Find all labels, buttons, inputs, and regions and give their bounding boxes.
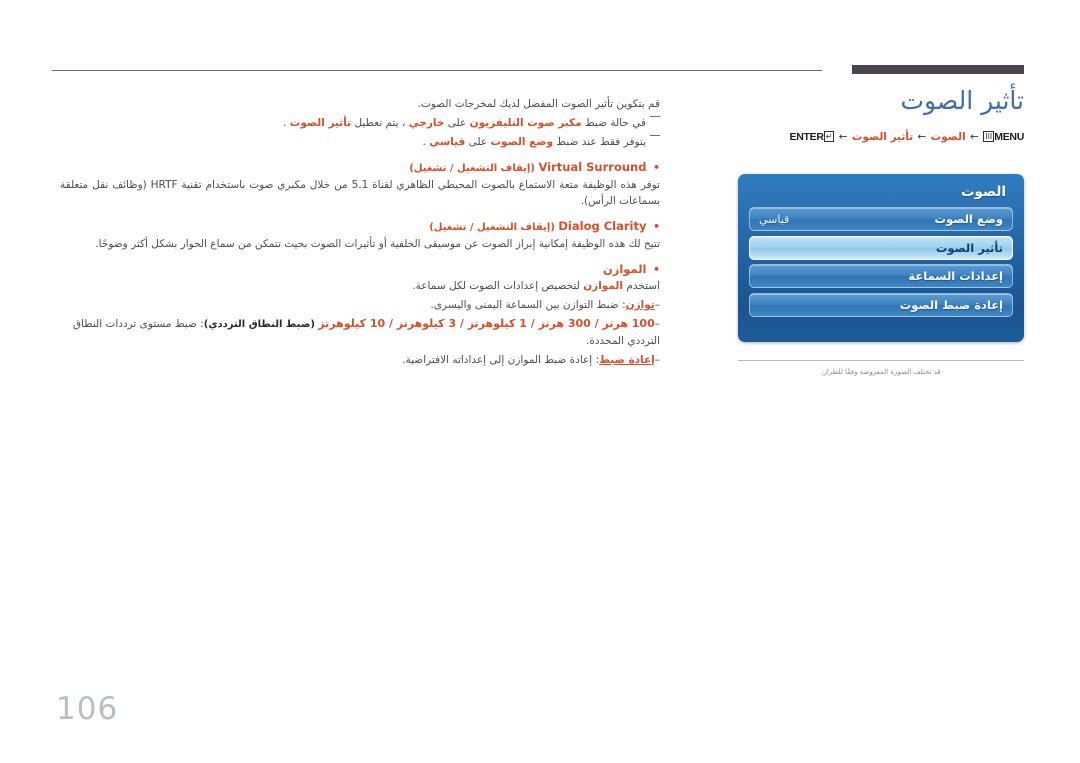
- bullet-virtual-surround: • Virtual Surround (إيقاف التشغيل / تشغي…: [60, 159, 660, 177]
- bullet-description: توفر هذه الوظيفة متعة الاستماع بالصوت ال…: [60, 179, 660, 207]
- osd-row-value: قياسي: [759, 212, 790, 226]
- breadcrumb-arrow-3: ←: [838, 131, 848, 143]
- header-divider-thin: [52, 70, 822, 71]
- note-2-mid-1: على: [468, 136, 488, 148]
- bullet-options: (إيقاف التشغيل / تشغيل): [409, 163, 535, 174]
- osd-row-sound-mode[interactable]: وضع الصوت قياسي: [749, 207, 1013, 231]
- breadcrumb-enter-key: ENTER: [789, 131, 824, 143]
- subline-label: إعادة ضبط: [599, 354, 655, 366]
- breadcrumb-crumb-1: الصوت: [930, 131, 966, 143]
- note-dash-icon: [650, 116, 660, 118]
- note-2-bold-2: قياسي: [429, 136, 466, 148]
- subline-paren-note: (ضبط النطاق الترددي): [203, 319, 315, 330]
- note-2-bold-1: وضع الصوت: [490, 136, 554, 148]
- breadcrumb: MENUIII ← الصوت ← تأثير الصوت ← ↵ENTER: [728, 130, 1024, 145]
- breadcrumb-arrow-2: ←: [917, 131, 927, 143]
- bullet-term: الموازن: [602, 262, 647, 276]
- note-1-bold-3: تأثير الصوت: [289, 117, 352, 129]
- header-divider-thick: [852, 65, 1024, 74]
- breadcrumb-menu-key: MENU: [994, 131, 1024, 143]
- enter-arrow-icon: ↵: [823, 131, 835, 142]
- page-title: تأثير الصوت: [900, 86, 1024, 115]
- bullet-dot-icon: •: [652, 220, 660, 233]
- note-1-suffix: .: [283, 117, 287, 129]
- bullet-equalizer-description: استخدم الموازن لتخصيص إعدادات الصوت لكل …: [60, 278, 660, 294]
- bullet-options: (إيقاف التشغيل / تشغيل): [429, 222, 555, 233]
- equalizer-desc-suffix: لتخصيص إعدادات الصوت لكل سماعة.: [412, 280, 580, 292]
- page-number: 106: [56, 691, 119, 727]
- equalizer-subline-frequencies: –100 هرتز / 300 هرتز / 1 كيلوهرتز / 3 كي…: [60, 316, 660, 349]
- osd-row-label: إعادة ضبط الصوت: [899, 297, 1003, 312]
- intro-paragraph: قم بتكوين تأثير الصوت المفضل لديك لمخرجا…: [417, 98, 660, 110]
- note-1-mid-2: ، يتم تعطيل: [354, 117, 406, 129]
- osd-row-reset-sound[interactable]: إعادة ضبط الصوت: [749, 292, 1013, 317]
- osd-caption: قد تختلف الصورة المعروضة وفقًا للطراز.: [738, 360, 1024, 377]
- subline-dash-icon: –: [654, 299, 660, 311]
- bullet-dot-icon: •: [652, 161, 660, 174]
- subline-dash-icon: –: [654, 318, 660, 330]
- osd-row-label: إعدادات السماعة: [908, 269, 1003, 283]
- equalizer-subline-balance: –توازن: ضبط التوازن بين السماعة اليمنى و…: [60, 297, 661, 313]
- page-header: تأثير الصوت MENUIII ← الصوت ← تأثير الصو…: [728, 86, 1025, 163]
- menu-icon: III: [983, 131, 995, 142]
- note-1-bold-2: خارجي: [408, 117, 445, 129]
- equalizer-desc-term: الموازن: [583, 280, 623, 292]
- bullet-equalizer: • الموازن: [60, 261, 660, 278]
- subline-text: : ضبط التوازن بين السماعة اليمنى واليسرى…: [430, 299, 626, 311]
- breadcrumb-crumb-2: تأثير الصوت: [851, 131, 914, 143]
- osd-row-label: تأثير الصوت: [935, 240, 1003, 255]
- note-1-bold-1: مكبر صوت التليفزيون: [469, 117, 582, 129]
- bullet-description: تتيح لك هذه الوظيفة إمكانية إبراز الصوت …: [95, 238, 660, 250]
- equalizer-desc-prefix: استخدم: [626, 280, 660, 292]
- osd-menu-panel: الصوت وضع الصوت قياسي تأثير الصوت إعدادا…: [738, 174, 1024, 342]
- subline-frequency-list: 100 هرتز / 300 هرتز / 1 كيلوهرتز / 3 كيل…: [318, 317, 655, 330]
- osd-row-label: وضع الصوت: [934, 212, 1003, 226]
- note-2-prefix: يتوفر فقط عند ضبط: [556, 136, 646, 148]
- osd-row-speaker-settings[interactable]: إعدادات السماعة: [749, 264, 1013, 288]
- osd-title: الصوت: [960, 184, 1006, 200]
- bullet-dialog-clarity: • Dialog Clarity (إيقاف التشغيل / تشغيل): [60, 218, 660, 236]
- caption-divider: [738, 360, 1024, 361]
- subline-label: توازن: [625, 299, 655, 311]
- note-1-mid-1: على: [447, 117, 467, 129]
- caption-text: قد تختلف الصورة المعروضة وفقًا للطراز.: [821, 368, 941, 376]
- bullet-term: Dialog Clarity: [558, 219, 647, 233]
- note-line-2: يتوفر فقط عند ضبط وضع الصوت على قياسي .: [60, 134, 660, 150]
- note-1-prefix: في حالة ضبط: [584, 117, 646, 129]
- osd-row-sound-effect[interactable]: تأثير الصوت: [749, 235, 1013, 260]
- breadcrumb-arrow-1: ←: [970, 131, 979, 143]
- bullet-dot-icon: •: [652, 263, 660, 276]
- note-2-suffix: .: [422, 136, 426, 148]
- subline-dash-icon: –: [654, 354, 660, 366]
- subline-text: : إعادة ضبط الموازن إلى إعداداته الافترا…: [402, 354, 600, 366]
- body-content: قم بتكوين تأثير الصوت المفضل لديك لمخرجا…: [60, 96, 660, 371]
- note-dash-icon: [650, 135, 660, 137]
- bullet-term: Virtual Surround: [538, 160, 647, 174]
- equalizer-subline-reset: –إعادة ضبط: إعادة ضبط الموازن إلى إعدادا…: [60, 352, 660, 368]
- note-line-1: في حالة ضبط مكبر صوت التليفزيون على خارج…: [60, 115, 660, 131]
